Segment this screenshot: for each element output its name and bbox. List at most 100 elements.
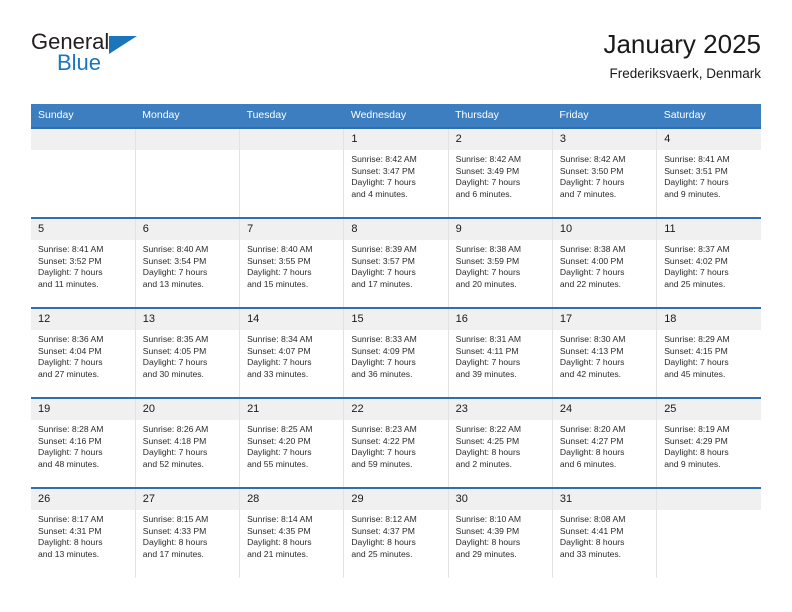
day-cell-inner: 21 Sunrise: 8:25 AM Sunset: 4:20 PM Dayligh… — [240, 399, 344, 487]
day-cell[interactable]: 1 Sunrise: 8:42 AM Sunset: 3:47 PM Daylight… — [343, 127, 449, 218]
daylight-text-line1: Daylight: 7 hours — [351, 177, 416, 188]
daylight-text-line2: and 42 minutes. — [559, 368, 622, 379]
day-number: 10 — [552, 219, 657, 240]
sunrise-text: Sunrise: 8:30 AM — [559, 334, 626, 344]
sunset-text: Sunset: 4:04 PM — [38, 345, 102, 356]
day-cell[interactable]: 13 Sunrise: 8:35 AM Sunset: 4:05 PM Dayligh… — [135, 307, 241, 398]
sunset-text: Sunset: 4:02 PM — [664, 255, 728, 266]
day-cell[interactable]: 11 Sunrise: 8:37 AM Sunset: 4:02 PM Dayligh… — [656, 217, 761, 308]
sunset-text: Sunset: 4:11 PM — [455, 345, 519, 356]
page-header: General Blue January 2025 Frederiksvaerk… — [31, 28, 761, 90]
brand-logo: General Blue — [31, 28, 151, 80]
day-cell[interactable]: 9 Sunrise: 8:38 AM Sunset: 3:59 PM Daylight… — [448, 217, 553, 308]
daylight-text-line1: Daylight: 7 hours — [247, 357, 312, 368]
daylight-text-line2: and 29 minutes. — [455, 548, 517, 559]
day-cell[interactable]: 29 Sunrise: 8:12 AM Sunset: 4:37 PM Dayligh… — [343, 487, 449, 578]
daylight-text-line1: Daylight: 8 hours — [142, 537, 208, 548]
daylight-text-line1: Daylight: 7 hours — [664, 267, 729, 278]
day-details: Sunrise: 8:22 AM Sunset: 4:25 PM Daylight:… — [449, 420, 552, 470]
day-cell-inner — [240, 129, 344, 217]
day-cell-empty — [656, 487, 761, 578]
sunrise-text: Sunrise: 8:36 AM — [38, 334, 104, 344]
day-details: Sunrise: 8:40 AM Sunset: 3:55 PM Daylight:… — [240, 240, 343, 290]
day-cell-empty — [135, 127, 241, 218]
day-cell[interactable]: 22 Sunrise: 8:23 AM Sunset: 4:22 PM Dayligh… — [343, 397, 449, 488]
day-cell[interactable]: 14 Sunrise: 8:34 AM Sunset: 4:07 PM Dayligh… — [239, 307, 345, 398]
day-number: 18 — [657, 309, 761, 330]
day-cell-inner: 28 Sunrise: 8:14 AM Sunset: 4:35 PM Dayligh… — [240, 489, 344, 578]
brand-name-blue: Blue — [57, 50, 102, 75]
day-cell-inner: 2 Sunrise: 8:42 AM Sunset: 3:49 PM Daylight… — [448, 129, 552, 217]
day-cell-inner: 8 Sunrise: 8:39 AM Sunset: 3:57 PM Daylight… — [344, 219, 448, 307]
daylight-text-line2: and 9 minutes. — [664, 458, 721, 469]
sunrise-text: Sunrise: 8:20 AM — [559, 424, 626, 434]
day-details: Sunrise: 8:23 AM Sunset: 4:22 PM Daylight:… — [344, 420, 447, 470]
daylight-text-line2: and 33 minutes. — [247, 368, 309, 379]
sunrise-text: Sunrise: 8:25 AM — [247, 424, 313, 434]
day-details: Sunrise: 8:37 AM Sunset: 4:02 PM Daylight:… — [657, 240, 761, 290]
day-cell-inner: 20 Sunrise: 8:26 AM Sunset: 4:18 PM Dayligh… — [135, 399, 240, 487]
day-cell[interactable]: 28 Sunrise: 8:14 AM Sunset: 4:35 PM Dayligh… — [239, 487, 345, 578]
day-cell[interactable]: 19 Sunrise: 8:28 AM Sunset: 4:16 PM Dayligh… — [31, 397, 136, 488]
day-cell[interactable]: 12 Sunrise: 8:36 AM Sunset: 4:04 PM Dayligh… — [31, 307, 136, 398]
sunrise-text: Sunrise: 8:40 AM — [142, 244, 209, 254]
day-cell[interactable]: 23 Sunrise: 8:22 AM Sunset: 4:25 PM Dayligh… — [448, 397, 553, 488]
day-cell[interactable]: 31 Sunrise: 8:08 AM Sunset: 4:41 PM Dayligh… — [552, 487, 658, 578]
sunset-text: Sunset: 4:16 PM — [38, 435, 102, 446]
day-cell-inner: 18 Sunrise: 8:29 AM Sunset: 4:15 PM Dayligh… — [657, 309, 761, 397]
weekday-header-friday: Friday — [552, 104, 657, 128]
day-cell[interactable]: 15 Sunrise: 8:33 AM Sunset: 4:09 PM Dayligh… — [343, 307, 449, 398]
day-cell[interactable]: 30 Sunrise: 8:10 AM Sunset: 4:39 PM Dayligh… — [448, 487, 553, 578]
weekday-header-tuesday: Tuesday — [239, 104, 344, 128]
day-cell-empty — [31, 127, 136, 218]
day-details: Sunrise: 8:41 AM Sunset: 3:51 PM Daylight:… — [657, 150, 761, 200]
daylight-text-line1: Daylight: 7 hours — [142, 357, 208, 368]
day-cell[interactable]: 16 Sunrise: 8:31 AM Sunset: 4:11 PM Dayligh… — [448, 307, 553, 398]
day-cell[interactable]: 27 Sunrise: 8:15 AM Sunset: 4:33 PM Dayligh… — [135, 487, 241, 578]
day-cell[interactable]: 8 Sunrise: 8:39 AM Sunset: 3:57 PM Daylight… — [343, 217, 449, 308]
sunset-text: Sunset: 3:57 PM — [351, 255, 415, 266]
sunset-text: Sunset: 3:59 PM — [455, 255, 520, 266]
sunset-text: Sunset: 3:54 PM — [142, 255, 207, 266]
day-cell[interactable]: 21 Sunrise: 8:25 AM Sunset: 4:20 PM Dayligh… — [239, 397, 345, 488]
sunrise-text: Sunrise: 8:41 AM — [38, 244, 104, 254]
day-cell[interactable]: 7 Sunrise: 8:40 AM Sunset: 3:55 PM Daylight… — [239, 217, 345, 308]
day-cell[interactable]: 6 Sunrise: 8:40 AM Sunset: 3:54 PM Daylight… — [135, 217, 241, 308]
day-cell[interactable]: 3 Sunrise: 8:42 AM Sunset: 3:50 PM Daylight… — [552, 127, 658, 218]
day-cell[interactable]: 4 Sunrise: 8:41 AM Sunset: 3:51 PM Daylight… — [656, 127, 761, 218]
day-details: Sunrise: 8:33 AM Sunset: 4:09 PM Daylight:… — [344, 330, 447, 380]
sunset-text: Sunset: 4:18 PM — [142, 435, 207, 446]
day-cell[interactable]: 18 Sunrise: 8:29 AM Sunset: 4:15 PM Dayligh… — [656, 307, 761, 398]
sunrise-text: Sunrise: 8:15 AM — [142, 514, 209, 524]
day-details: Sunrise: 8:25 AM Sunset: 4:20 PM Daylight:… — [240, 420, 343, 470]
day-details: Sunrise: 8:26 AM Sunset: 4:18 PM Daylight:… — [136, 420, 239, 470]
sunset-text: Sunset: 3:55 PM — [247, 255, 311, 266]
day-number: 9 — [448, 219, 552, 240]
day-number: 3 — [552, 129, 657, 150]
day-cell[interactable]: 20 Sunrise: 8:26 AM Sunset: 4:18 PM Dayligh… — [135, 397, 241, 488]
daylight-text-line1: Daylight: 7 hours — [455, 267, 521, 278]
day-cell-inner: 4 Sunrise: 8:41 AM Sunset: 3:51 PM Daylight… — [657, 129, 761, 217]
day-cell-inner: 22 Sunrise: 8:23 AM Sunset: 4:22 PM Dayligh… — [344, 399, 448, 487]
day-cell[interactable]: 17 Sunrise: 8:30 AM Sunset: 4:13 PM Dayligh… — [552, 307, 658, 398]
daylight-text-line2: and 33 minutes. — [559, 548, 622, 559]
day-cell[interactable]: 26 Sunrise: 8:17 AM Sunset: 4:31 PM Dayligh… — [31, 487, 136, 578]
day-cell[interactable]: 5 Sunrise: 8:41 AM Sunset: 3:52 PM Daylight… — [31, 217, 136, 308]
day-cell[interactable]: 2 Sunrise: 8:42 AM Sunset: 3:49 PM Daylight… — [448, 127, 553, 218]
daylight-text-line2: and 52 minutes. — [142, 458, 204, 469]
day-number — [135, 129, 240, 150]
sunrise-text: Sunrise: 8:29 AM — [664, 334, 730, 344]
sunrise-text: Sunrise: 8:26 AM — [142, 424, 209, 434]
day-cell[interactable]: 25 Sunrise: 8:19 AM Sunset: 4:29 PM Dayligh… — [656, 397, 761, 488]
day-cell-inner: 9 Sunrise: 8:38 AM Sunset: 3:59 PM Daylight… — [448, 219, 552, 307]
day-cell[interactable]: 10 Sunrise: 8:38 AM Sunset: 4:00 PM Dayligh… — [552, 217, 658, 308]
sunset-text: Sunset: 4:22 PM — [351, 435, 415, 446]
sunrise-text: Sunrise: 8:42 AM — [455, 154, 522, 164]
sunset-text: Sunset: 4:41 PM — [559, 525, 624, 536]
daylight-text-line1: Daylight: 7 hours — [664, 357, 729, 368]
daylight-text-line2: and 13 minutes. — [38, 548, 100, 559]
sunrise-text: Sunrise: 8:17 AM — [38, 514, 104, 524]
sunrise-text: Sunrise: 8:37 AM — [664, 244, 730, 254]
sunset-text: Sunset: 3:50 PM — [559, 165, 624, 176]
day-cell[interactable]: 24 Sunrise: 8:20 AM Sunset: 4:27 PM Dayligh… — [552, 397, 658, 488]
